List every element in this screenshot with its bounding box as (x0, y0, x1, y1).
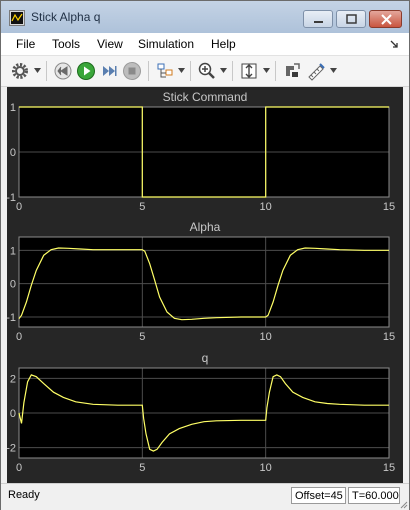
scope-app-icon (9, 10, 25, 26)
resize-grip-icon[interactable] (400, 501, 408, 509)
status-ready-text: Ready (8, 489, 40, 501)
step-back-icon[interactable] (53, 61, 73, 81)
x-tick-label: 15 (383, 462, 395, 474)
x-tick-label: 15 (383, 331, 395, 343)
x-tick-label: 0 (16, 462, 22, 474)
scope-window: Stick Alpha q File Tools View Simulation… (0, 0, 410, 510)
x-tick-label: 5 (139, 462, 145, 474)
toolbar-separator (275, 61, 276, 81)
status-bar: Ready Offset=45 T=60.000 (1, 483, 409, 510)
x-tick-label: 10 (260, 331, 272, 343)
y-tick-label: 0 (10, 147, 16, 159)
y-tick-label: 0 (10, 279, 16, 291)
close-icon (381, 14, 392, 25)
step-forward-icon[interactable] (99, 61, 119, 81)
minimize-icon (314, 21, 323, 23)
y-tick-label: -1 (7, 192, 16, 204)
chevron-down-icon[interactable] (220, 68, 227, 73)
x-tick-label: 10 (260, 201, 272, 213)
toolbar-separator (148, 61, 149, 81)
undock-arrow-icon[interactable] (389, 39, 399, 49)
properties-icon[interactable] (282, 61, 302, 81)
autoscale-icon[interactable] (239, 61, 259, 81)
maximize-button[interactable] (336, 10, 366, 28)
status-time: T=60.000 (348, 487, 400, 504)
chevron-down-icon[interactable] (330, 68, 337, 73)
scope-display[interactable]: Stick Command Alpha q 0 5 10 15 1 0 -1 0 5 10 15 1 0… (7, 87, 403, 483)
y-tick-label: 1 (10, 102, 16, 114)
gear-icon[interactable] (10, 61, 30, 81)
menu-file[interactable]: File (16, 37, 35, 51)
stop-icon[interactable] (122, 61, 142, 81)
menu-help[interactable]: Help (211, 37, 236, 51)
menu-simulation[interactable]: Simulation (138, 37, 194, 51)
y-tick-label: 0 (10, 408, 16, 420)
zoom-in-icon[interactable] (197, 61, 217, 81)
run-icon[interactable] (76, 61, 96, 81)
toolbar (1, 56, 409, 87)
status-offset: Offset=45 (291, 487, 346, 504)
y-tick-label: -1 (7, 312, 16, 324)
chevron-down-icon[interactable] (178, 68, 185, 73)
toolbar-separator (190, 61, 191, 81)
y-tick-label: 2 (10, 373, 16, 385)
toolbar-separator (46, 61, 47, 81)
menu-bar: File Tools View Simulation Help (1, 33, 409, 56)
x-tick-label: 5 (139, 201, 145, 213)
highlight-icon[interactable] (155, 61, 175, 81)
title-bar[interactable]: Stick Alpha q (1, 1, 409, 33)
x-tick-label: 0 (16, 331, 22, 343)
toolbar-separator (232, 61, 233, 81)
cursor-measure-icon[interactable] (306, 61, 326, 81)
maximize-icon (346, 14, 357, 24)
x-tick-label: 10 (260, 462, 272, 474)
window-title: Stick Alpha q (31, 10, 101, 24)
close-button[interactable] (369, 10, 402, 28)
x-tick-label: 5 (139, 331, 145, 343)
x-tick-label: 0 (16, 201, 22, 213)
menu-tools[interactable]: Tools (52, 37, 80, 51)
y-tick-label: -2 (7, 443, 16, 455)
plots-canvas[interactable]: 0 5 10 1510-10 5 10 1510-10 5 10 1520-2 (7, 87, 403, 483)
y-tick-label: 1 (10, 245, 16, 257)
x-tick-label: 15 (383, 201, 395, 213)
minimize-button[interactable] (303, 10, 333, 28)
chevron-down-icon[interactable] (263, 68, 270, 73)
menu-view[interactable]: View (97, 37, 123, 51)
chevron-down-icon[interactable] (34, 68, 41, 73)
